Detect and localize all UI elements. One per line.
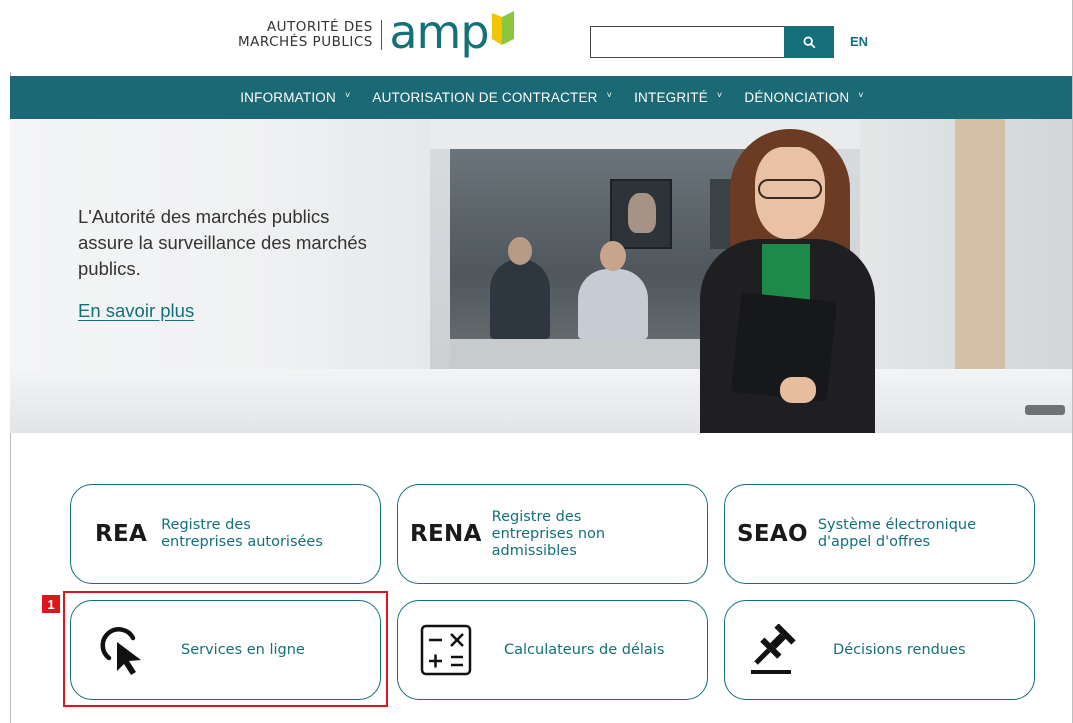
search-icon xyxy=(802,35,815,48)
search-button[interactable] xyxy=(784,26,834,58)
main-nav: INFORMATION ˅ AUTORISATION DE CONTRACTER… xyxy=(10,76,1072,119)
tile-acronym: RENA xyxy=(410,521,482,547)
nav-item-denonciation[interactable]: DÉNONCIATION ˅ xyxy=(744,89,864,106)
chevron-down-icon: ˅ xyxy=(858,89,864,100)
nav-item-integrite[interactable]: INTEGRITÉ ˅ xyxy=(634,89,723,106)
amp-logo[interactable]: AUTORITÉ DES MARCHÉS PUBLICS amp xyxy=(238,9,514,55)
logo-flag-icon xyxy=(491,11,514,47)
logo-wordmark: AUTORITÉ DES MARCHÉS PUBLICS xyxy=(238,20,373,50)
nav-item-autorisation[interactable]: AUTORISATION DE CONTRACTER ˅ xyxy=(372,89,613,106)
logo-divider xyxy=(380,20,383,50)
logo-line-1: AUTORITÉ DES xyxy=(266,19,373,35)
search-input[interactable] xyxy=(590,26,784,58)
gavel-icon xyxy=(747,624,799,676)
learn-more-link[interactable]: En savoir plus xyxy=(78,300,194,322)
tile-seao[interactable]: SEAO Système électronique d'appel d'offr… xyxy=(724,484,1035,584)
nav-label: AUTORISATION DE CONTRACTER xyxy=(372,90,598,105)
chevron-down-icon: ˅ xyxy=(716,89,723,100)
logo-brand: amp xyxy=(389,5,489,59)
nav-label: DÉNONCIATION xyxy=(744,90,850,105)
annotation-highlight xyxy=(63,591,388,707)
logo-line-2: MARCHÉS PUBLICS xyxy=(238,34,373,50)
nav-label: INTEGRITÉ xyxy=(634,90,708,105)
hero-text: L'Autorité des marchés publics assure la… xyxy=(78,206,367,279)
tile-label: Système électronique d'appel d'offres xyxy=(817,517,977,550)
language-toggle-en[interactable]: EN xyxy=(850,34,868,49)
site-header: AUTORITÉ DES MARCHÉS PUBLICS amp EN xyxy=(10,0,1072,72)
tile-decisions-rendues[interactable]: Décisions rendues xyxy=(724,600,1035,700)
nav-label: INFORMATION xyxy=(240,90,336,105)
annotation-badge: 1 xyxy=(42,595,60,613)
tile-calculateurs[interactable]: Calculateurs de délais xyxy=(397,600,708,700)
video-screen xyxy=(610,179,672,249)
chevron-down-icon: ˅ xyxy=(606,89,613,100)
tile-acronym: REA xyxy=(95,521,148,547)
tile-rena[interactable]: RENA Registre des entreprises non admiss… xyxy=(397,484,708,584)
tile-label: Registre des entreprises non admissibles xyxy=(491,508,606,559)
tile-label: Registre des entreprises autorisées xyxy=(161,517,323,550)
chevron-down-icon: ˅ xyxy=(344,89,351,100)
tile-label: Décisions rendues xyxy=(833,641,966,658)
tile-rea[interactable]: REA Registre des entreprises autorisées xyxy=(70,484,381,584)
nav-item-information[interactable]: INFORMATION ˅ xyxy=(240,89,351,106)
calculator-icon xyxy=(420,624,472,676)
tile-acronym: SEAO xyxy=(737,521,808,547)
tile-label: Calculateurs de délais xyxy=(504,641,665,658)
